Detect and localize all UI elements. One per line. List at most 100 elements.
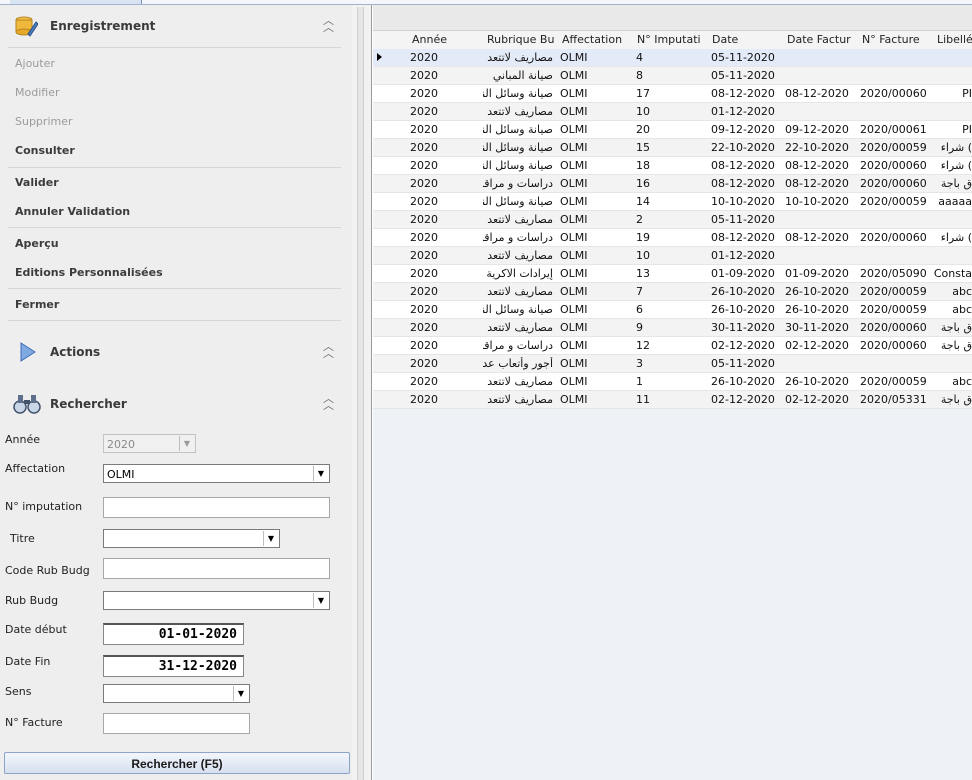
cell-n-facture[interactable]: 2020/00059	[860, 303, 932, 316]
cell-date-facture[interactable]: 22-10-2020	[785, 141, 857, 154]
cell-affectation[interactable]: OLMI	[560, 249, 630, 262]
column-header-date[interactable]: Date	[712, 33, 782, 46]
date-debut-input[interactable]: 01-01-2020	[103, 623, 244, 645]
cell-affectation[interactable]: OLMI	[560, 87, 630, 100]
cell-annee[interactable]: 2020	[410, 231, 480, 244]
titre-select[interactable]: ▼	[103, 529, 280, 548]
cell-n-imputation[interactable]: 8	[636, 69, 706, 82]
row-selector[interactable]	[373, 67, 403, 85]
column-header-n-facture[interactable]: N° Facture	[862, 33, 932, 46]
table-row[interactable]: 2020 صيانة وسائل النة OLMI 18 08-12-2020 08-1…	[373, 157, 972, 175]
cell-date[interactable]: 09-12-2020	[711, 123, 783, 136]
cell-rubrique[interactable]: مصاريف لاتتعد	[483, 51, 553, 64]
menu-consulter[interactable]: Consulter	[15, 144, 75, 157]
cell-n-imputation[interactable]: 10	[636, 105, 706, 118]
cell-rubrique[interactable]: صيانة وسائل النة	[483, 195, 553, 208]
table-row[interactable]: 2020 مصاريف لاتتعد OLMI 7 26-10-2020 26-10-20…	[373, 283, 972, 301]
cell-affectation[interactable]: OLMI	[560, 321, 630, 334]
cell-annee[interactable]: 2020	[410, 321, 480, 334]
cell-n-imputation[interactable]: 9	[636, 321, 706, 334]
menu-apercu[interactable]: Aperçu	[15, 237, 59, 250]
cell-n-facture[interactable]: 2020/00059	[860, 375, 932, 388]
cell-affectation[interactable]: OLMI	[560, 375, 630, 388]
table-row[interactable]: 2020 مصاريف لاتتعد OLMI 4 05-11-2020	[373, 49, 972, 67]
cell-date[interactable]: 01-12-2020	[711, 105, 783, 118]
cell-rubrique[interactable]: أجور وأتعاب عد	[483, 357, 553, 370]
cell-affectation[interactable]: OLMI	[560, 231, 630, 244]
cell-n-facture[interactable]: 2020/00059	[860, 141, 932, 154]
table-row[interactable]: 2020 مصاريف لاتتعد OLMI 10 01-12-2020	[373, 247, 972, 265]
cell-libelle[interactable]: ق باجة	[933, 339, 972, 352]
affectation-select[interactable]: OLMI ▼	[103, 464, 330, 483]
cell-rubrique[interactable]: مصاريف لاتتعد	[483, 213, 553, 226]
column-header-annee[interactable]: Année	[412, 33, 484, 46]
cell-affectation[interactable]: OLMI	[560, 213, 630, 226]
cell-date[interactable]: 01-09-2020	[711, 267, 783, 280]
cell-n-imputation[interactable]: 6	[636, 303, 706, 316]
row-selector[interactable]	[373, 247, 403, 265]
dropdown-arrow-icon[interactable]: ▼	[313, 593, 328, 608]
column-header-n-imputation[interactable]: N° Imputati	[637, 33, 707, 46]
row-selector[interactable]	[373, 49, 403, 67]
cell-n-imputation[interactable]: 15	[636, 141, 706, 154]
cell-affectation[interactable]: OLMI	[560, 159, 630, 172]
table-row[interactable]: 2020دراسات و مراقبة OLMI 12 02-12-202002-12…	[373, 337, 972, 355]
dropdown-arrow-icon[interactable]: ▼	[313, 466, 328, 481]
dropdown-arrow-icon[interactable]: ▼	[233, 686, 248, 701]
cell-n-facture[interactable]: 2020/00059	[860, 285, 932, 298]
enregistrement-section-header[interactable]: Enregistrement ︿ ︿	[8, 9, 341, 43]
rub-budg-select[interactable]: ▼	[103, 591, 330, 610]
cell-libelle[interactable]: ق باجة	[933, 393, 972, 406]
n-imputation-input[interactable]	[103, 497, 330, 518]
cell-annee[interactable]: 2020	[410, 141, 480, 154]
row-selector[interactable]	[373, 265, 403, 283]
cell-affectation[interactable]: OLMI	[560, 51, 630, 64]
table-row[interactable]: 2020 مصاريف لاتتعد OLMI 9 30-11-2020 30-11-20…	[373, 319, 972, 337]
table-row[interactable]: 2020دراسات و مراقبة OLMI 16 08-12-202008-12…	[373, 175, 972, 193]
cell-affectation[interactable]: OLMI	[560, 141, 630, 154]
cell-annee[interactable]: 2020	[410, 69, 480, 82]
table-row[interactable]: 2020 أجور وأتعاب عد OLMI 3 05-11-2020	[373, 355, 972, 373]
table-row[interactable]: 2020 صيانة وسائل النة OLMI 6 26-10-2020 26-10…	[373, 301, 972, 319]
cell-affectation[interactable]: OLMI	[560, 285, 630, 298]
cell-date[interactable]: 26-10-2020	[711, 303, 783, 316]
table-row[interactable]: 2020 مصاريف لاتتعد OLMI 1 26-10-2020 26-10-20…	[373, 373, 972, 391]
cell-date[interactable]: 22-10-2020	[711, 141, 783, 154]
cell-n-facture[interactable]: 2020/00060	[860, 159, 932, 172]
row-selector[interactable]	[373, 319, 403, 337]
actions-section-header[interactable]: Actions ︿ ︿	[8, 335, 341, 369]
code-rub-budg-input[interactable]	[103, 558, 330, 579]
cell-rubrique[interactable]: دراسات و مراقبة	[483, 177, 553, 190]
sens-select[interactable]: ▼	[103, 684, 250, 703]
cell-annee[interactable]: 2020	[410, 357, 480, 370]
row-selector[interactable]	[373, 373, 403, 391]
cell-affectation[interactable]: OLMI	[560, 123, 630, 136]
row-selector[interactable]	[373, 211, 403, 229]
cell-n-facture[interactable]: 2020/00059	[860, 195, 932, 208]
dropdown-arrow-icon[interactable]: ▼	[263, 531, 278, 546]
column-header-rubrique[interactable]: Rubrique Bu	[487, 33, 559, 46]
cell-n-imputation[interactable]: 4	[636, 51, 706, 64]
menu-ajouter[interactable]: Ajouter	[15, 57, 55, 70]
cell-rubrique[interactable]: صيانة وسائل النة	[483, 87, 553, 100]
cell-rubrique[interactable]: صيانة وسائل النة	[483, 303, 553, 316]
table-row[interactable]: 2020 صيانة وسائل النة OLMI 17 08-12-2020 08-1…	[373, 85, 972, 103]
menu-modifier[interactable]: Modifier	[15, 86, 59, 99]
cell-libelle[interactable]: Consta	[933, 267, 972, 280]
cell-affectation[interactable]: OLMI	[560, 69, 630, 82]
cell-rubrique[interactable]: إيرادات الاكرية	[483, 267, 553, 280]
menu-fermer[interactable]: Fermer	[15, 298, 59, 311]
row-selector[interactable]	[373, 157, 403, 175]
row-selector[interactable]	[373, 283, 403, 301]
row-selector[interactable]	[373, 175, 403, 193]
cell-n-imputation[interactable]: 12	[636, 339, 706, 352]
cell-affectation[interactable]: OLMI	[560, 303, 630, 316]
cell-affectation[interactable]: OLMI	[560, 339, 630, 352]
cell-n-imputation[interactable]: 18	[636, 159, 706, 172]
cell-annee[interactable]: 2020	[410, 213, 480, 226]
cell-date[interactable]: 08-12-2020	[711, 87, 783, 100]
cell-rubrique[interactable]: مصاريف لاتتعد	[483, 321, 553, 334]
cell-annee[interactable]: 2020	[410, 123, 480, 136]
cell-n-imputation[interactable]: 16	[636, 177, 706, 190]
cell-rubrique[interactable]: صيانة وسائل النة	[483, 123, 553, 136]
